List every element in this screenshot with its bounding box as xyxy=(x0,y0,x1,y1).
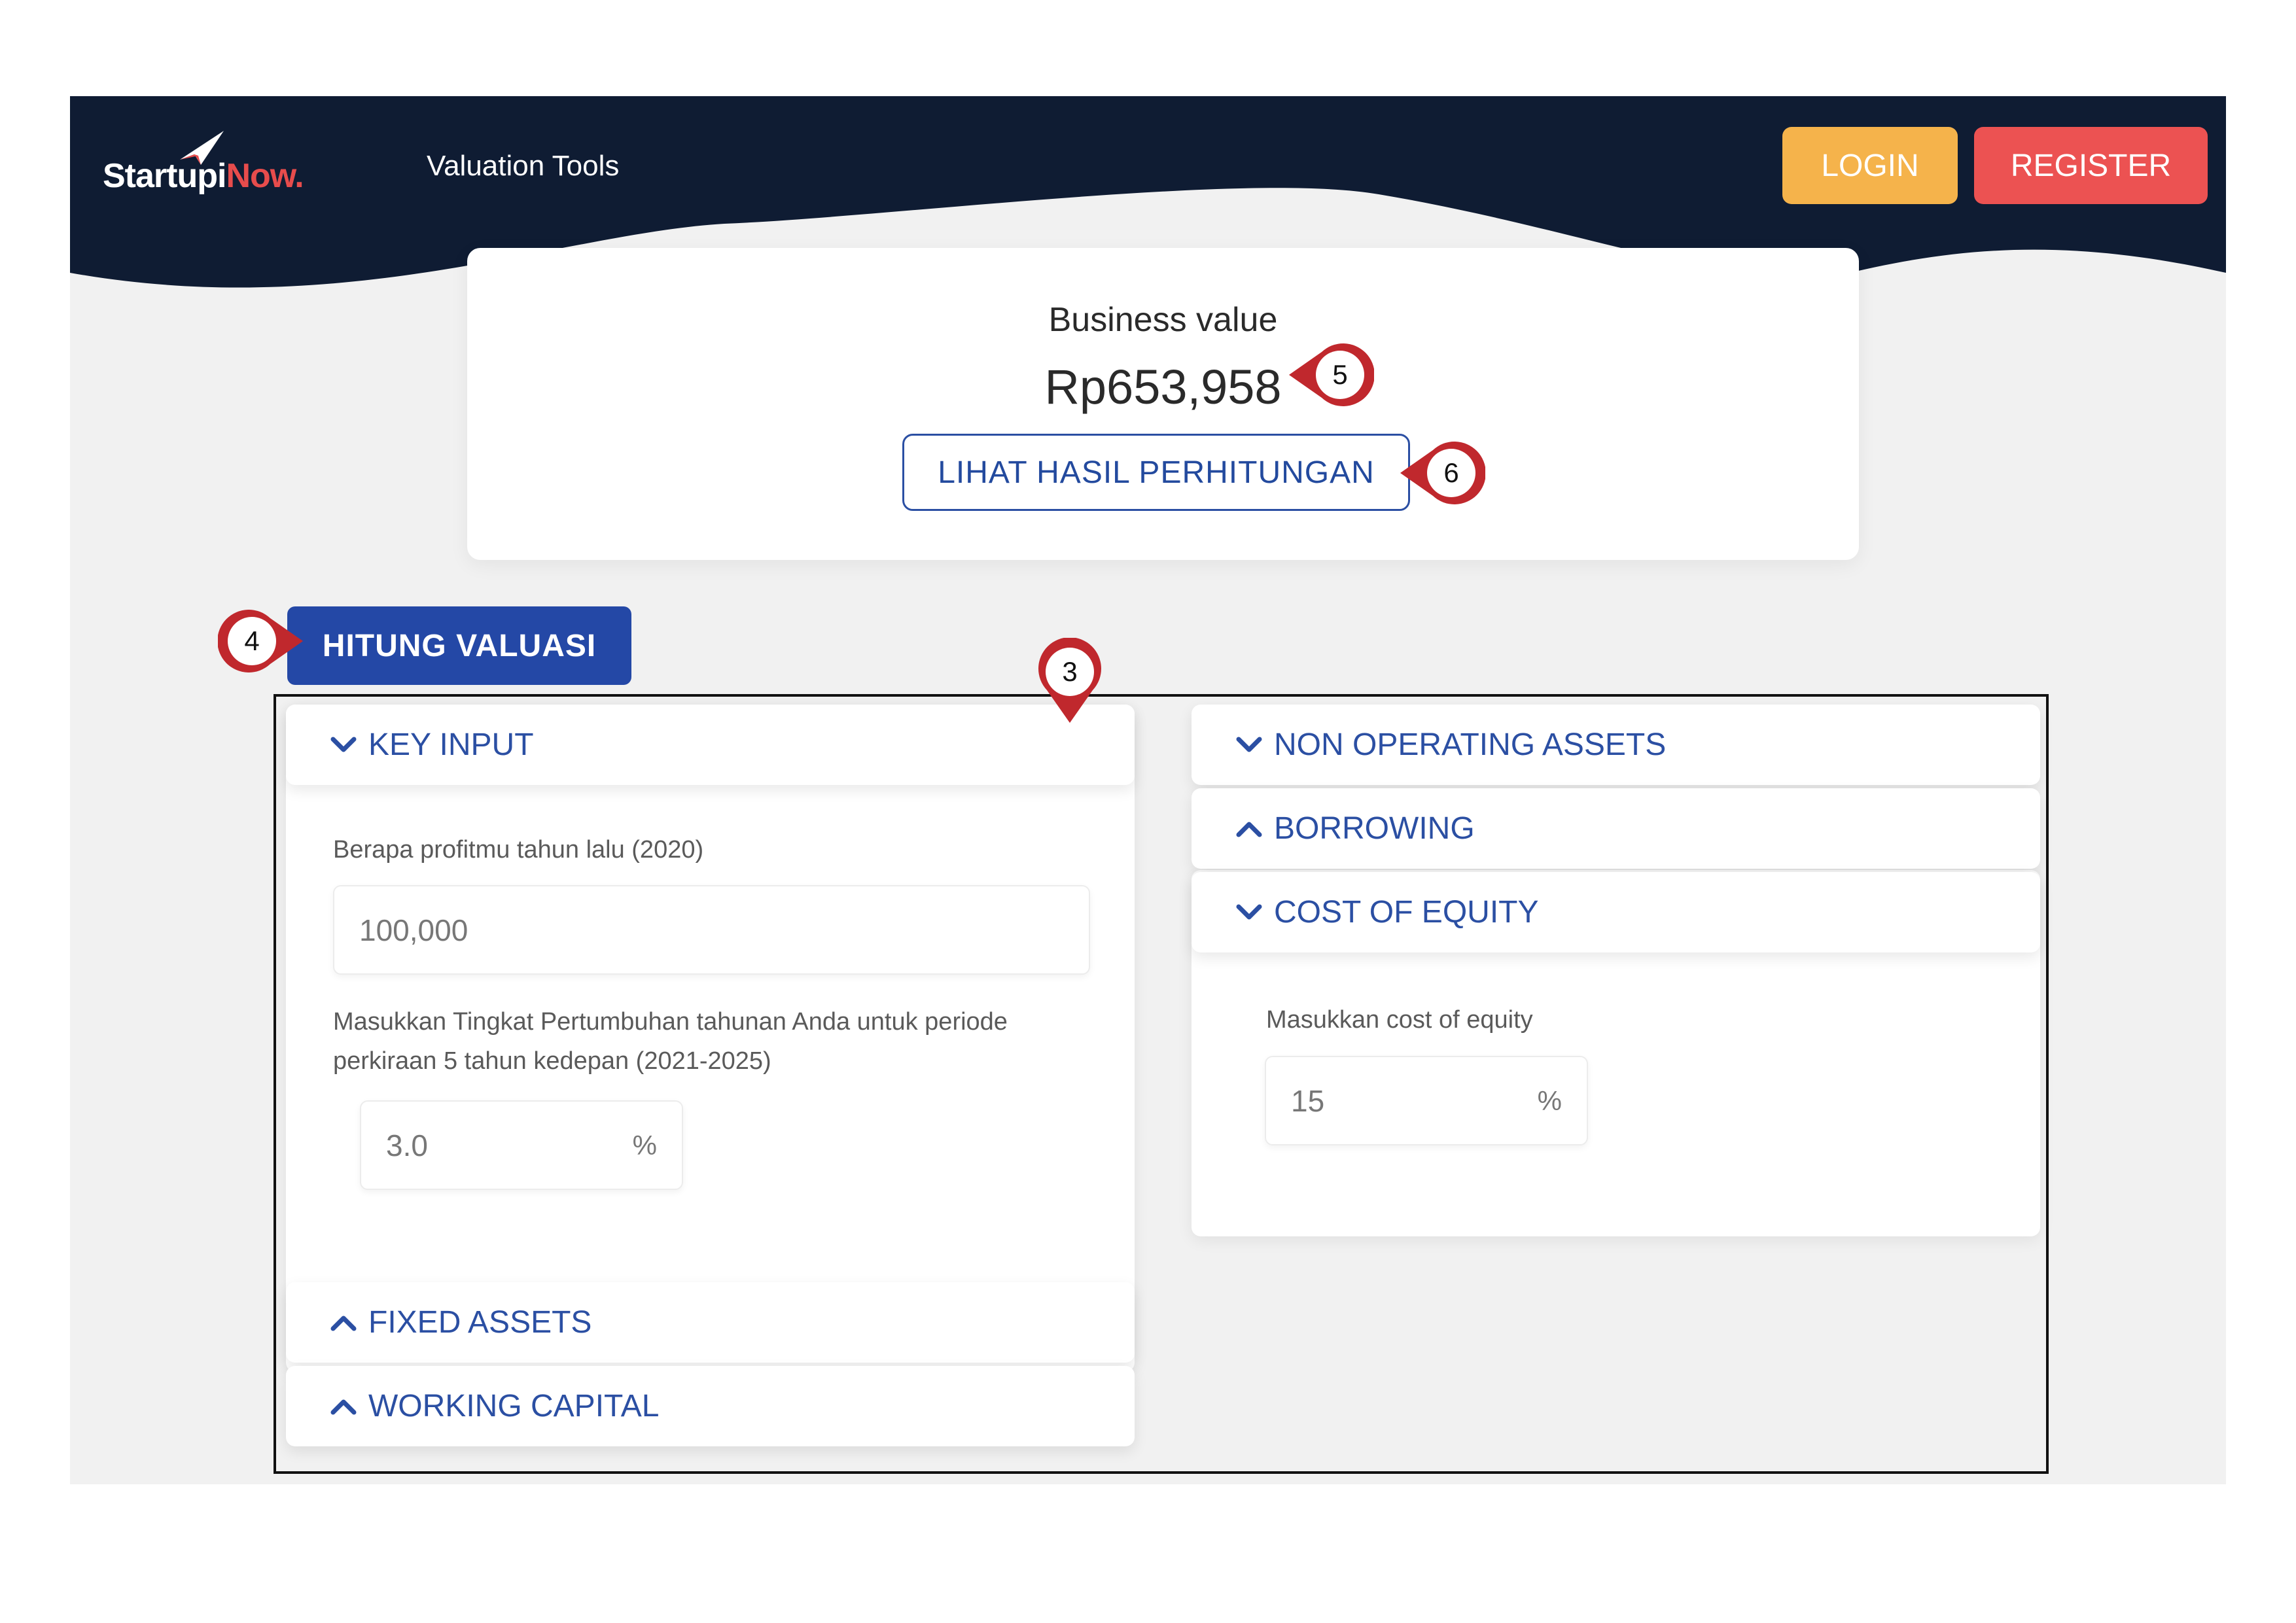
nav-valuation-tools[interactable]: Valuation Tools xyxy=(427,150,619,183)
annotation-number-6: 6 xyxy=(1428,450,1474,496)
annotation-number-5: 5 xyxy=(1317,352,1363,398)
brand-logo[interactable]: StartupiNow. xyxy=(103,156,304,196)
annotation-number-3: 3 xyxy=(1047,649,1093,695)
calculate-valuation-button[interactable]: HITUNG VALUASI xyxy=(287,606,631,685)
register-button[interactable]: REGISTER xyxy=(1974,127,2208,204)
business-value-label: Business value xyxy=(1048,301,1278,339)
view-results-button[interactable]: LIHAT HASIL PERHITUNGAN xyxy=(902,434,1410,511)
logo-accent-text: Now. xyxy=(226,157,304,195)
logo-main-text: Startupi xyxy=(103,157,226,195)
annotation-number-4: 4 xyxy=(229,618,275,664)
login-button[interactable]: LOGIN xyxy=(1782,127,1958,204)
inputs-highlight-box xyxy=(274,694,2049,1474)
business-value-card: Business value Rp653,958 xyxy=(467,248,1859,560)
business-value-amount: Rp653,958 xyxy=(1044,360,1282,414)
